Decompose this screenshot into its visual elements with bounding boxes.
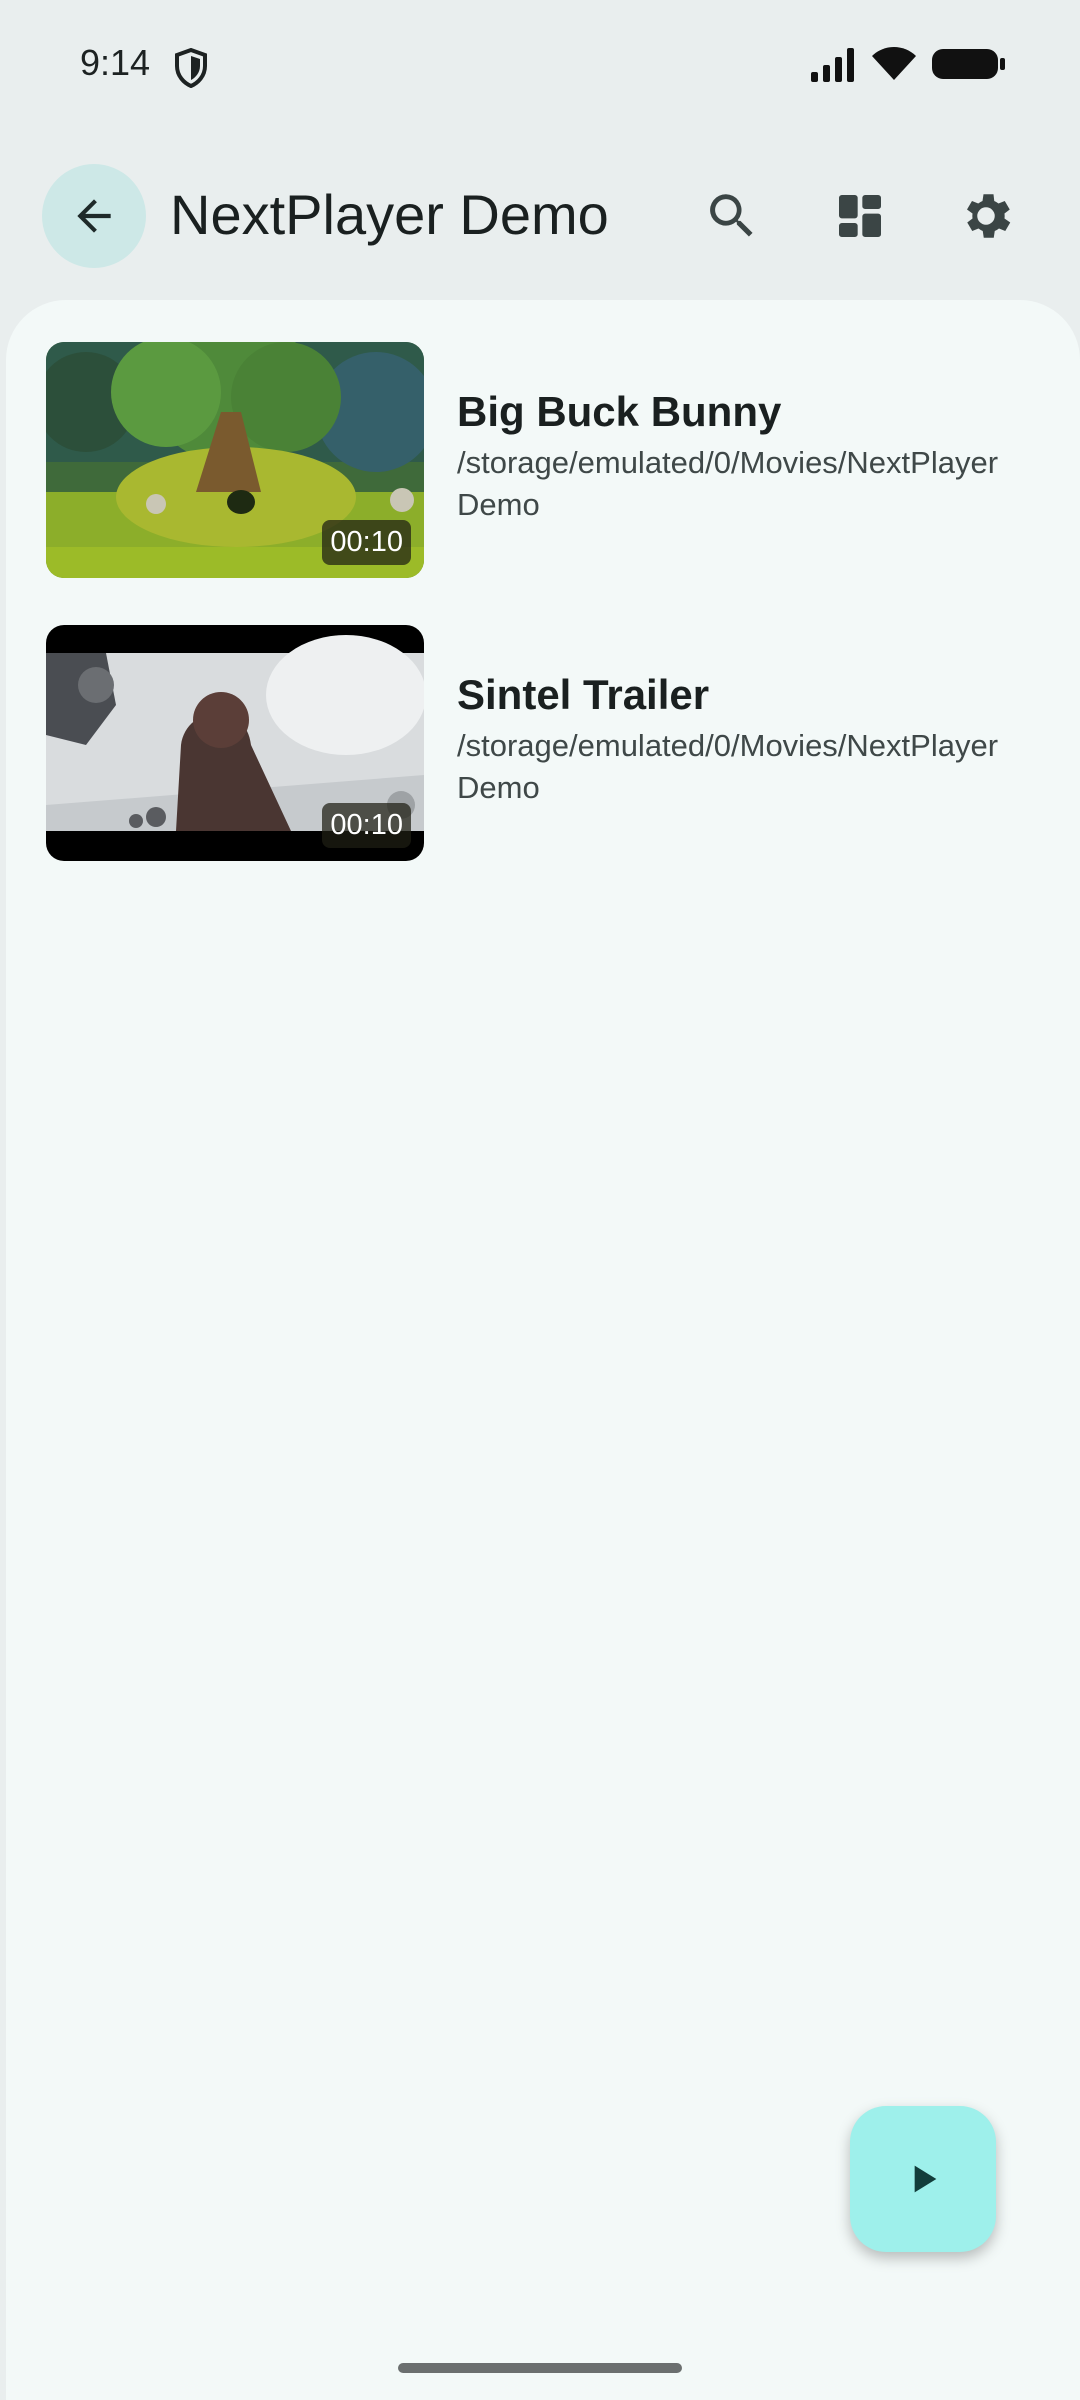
signal-icon	[811, 48, 854, 82]
video-thumbnail: 00:10	[46, 625, 424, 861]
play-fab-button[interactable]	[850, 2106, 996, 2252]
video-item-big-buck-bunny[interactable]: 00:10 Big Buck Bunny /storage/emulated/0…	[6, 342, 1080, 582]
duration-badge: 00:10	[322, 803, 411, 848]
settings-button[interactable]	[954, 184, 1018, 248]
search-icon	[710, 194, 753, 237]
home-indicator[interactable]	[398, 2363, 682, 2373]
page-title: NextPlayer Demo	[170, 183, 609, 246]
status-time: 9:14	[80, 42, 151, 83]
top-app-bar: NextPlayer Demo	[0, 160, 1080, 272]
video-path: /storage/emulated/0/Movies/NextPlayer De…	[457, 445, 999, 522]
battery-icon	[932, 49, 1005, 79]
settings-gear-icon	[967, 194, 1011, 238]
video-list: 00:10 Big Buck Bunny /storage/emulated/0…	[6, 300, 1080, 2400]
search-button[interactable]	[700, 184, 764, 248]
video-item-sintel-trailer[interactable]: 00:10 Sintel Trailer /storage/emulated/0…	[6, 625, 1080, 865]
video-title: Sintel Trailer	[457, 671, 710, 718]
duration-badge: 00:10	[322, 520, 411, 565]
back-arrow-icon	[77, 199, 111, 233]
video-thumbnail: 00:10	[46, 342, 424, 578]
video-path: /storage/emulated/0/Movies/NextPlayer De…	[457, 728, 999, 805]
status-bar: 9:14	[0, 0, 1080, 130]
back-button[interactable]	[42, 164, 146, 268]
play-icon	[914, 2165, 937, 2193]
video-title: Big Buck Bunny	[457, 388, 782, 435]
status-icons	[810, 46, 1006, 82]
shield-icon	[175, 48, 207, 88]
dashboard-icon	[839, 195, 881, 237]
layout-button[interactable]	[828, 184, 892, 248]
wifi-icon	[872, 47, 916, 80]
